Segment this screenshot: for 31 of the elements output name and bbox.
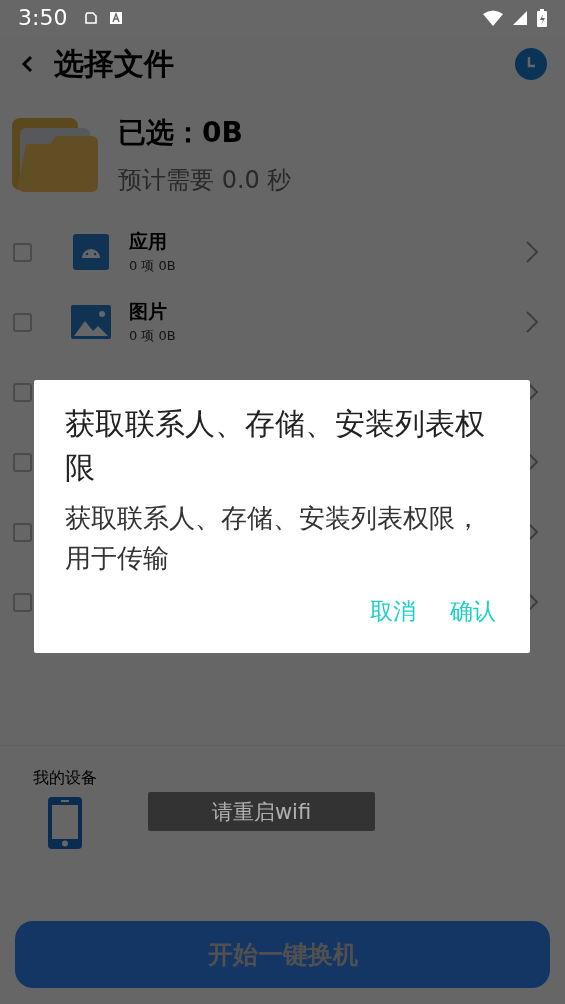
keyboard-icon — [109, 10, 124, 25]
checkbox[interactable] — [13, 242, 32, 262]
dialog-title: 获取联系人、存储、安装列表权限 — [65, 405, 486, 487]
dialog-message: 获取联系人、存储、安装列表权限，用于传输 — [65, 502, 482, 575]
signal-icon — [513, 10, 527, 25]
folder-icon — [12, 118, 98, 192]
status-time: 3:50 — [18, 5, 68, 30]
android-icon — [73, 234, 109, 270]
dialog-button[interactable]: 确认 — [450, 596, 496, 627]
notification-icon — [83, 9, 100, 26]
toast-message: 请重启wifi — [148, 792, 375, 831]
estimated-time: 预计需要 0.0 秒 — [118, 165, 292, 196]
checkbox[interactable] — [13, 522, 32, 542]
image-icon — [71, 305, 111, 339]
category-count: 0 项 0B — [129, 327, 177, 345]
back-icon[interactable] — [20, 54, 34, 74]
category-count: 0 项 0B — [129, 257, 177, 275]
checkbox[interactable] — [13, 312, 32, 332]
checkbox[interactable] — [13, 382, 32, 402]
checkbox[interactable] — [13, 592, 32, 612]
device-label: 我的设备 — [33, 768, 97, 789]
category-title: 图片 — [129, 299, 168, 324]
selected-size: 已选：0B — [118, 115, 244, 151]
clock-icon[interactable] — [515, 48, 547, 80]
phone-icon — [48, 797, 82, 849]
wifi-icon — [483, 9, 503, 26]
page-title: 选择文件 — [54, 44, 174, 83]
checkbox[interactable] — [13, 452, 32, 472]
dialog-button[interactable]: 取消 — [370, 596, 416, 627]
battery-icon — [537, 8, 547, 27]
category-title: 应用 — [129, 229, 168, 254]
